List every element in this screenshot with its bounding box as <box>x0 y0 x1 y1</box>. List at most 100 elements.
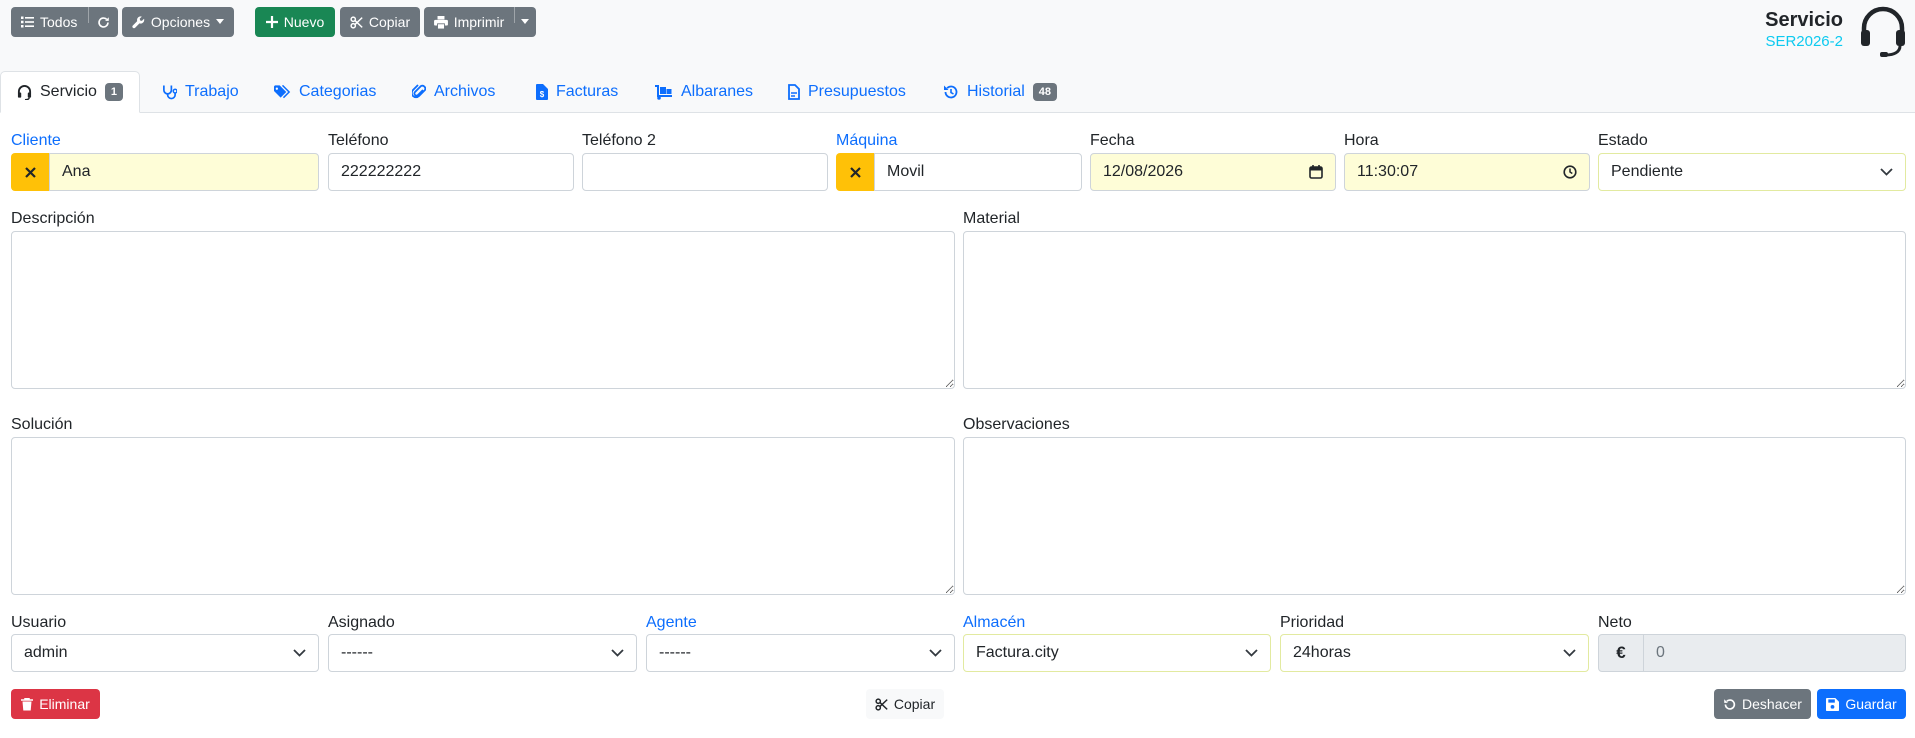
descripcion-label: Descripción <box>11 210 95 227</box>
file-icon <box>788 84 800 100</box>
cliente-input[interactable]: Ana <box>49 153 319 191</box>
scissors-icon <box>875 697 888 711</box>
clock-icon[interactable] <box>1563 165 1577 179</box>
copy-button[interactable]: Copiar <box>340 7 420 37</box>
copy-button-label: Copiar <box>368 14 411 30</box>
tab-facturas[interactable]: $ Facturas <box>536 71 618 113</box>
print-button[interactable]: Imprimir <box>424 7 514 37</box>
headset-icon <box>1861 6 1905 57</box>
cliente-value: Ana <box>62 163 91 180</box>
tab-label: Facturas <box>556 83 619 100</box>
scissors-icon <box>350 15 363 29</box>
observaciones-label: Observaciones <box>963 416 1070 433</box>
fecha-label: Fecha <box>1090 132 1135 149</box>
material-label: Material <box>963 210 1020 227</box>
history-icon <box>944 85 958 99</box>
calendar-icon[interactable] <box>1309 165 1323 179</box>
record-title-block: Servicio SER2026-2 <box>1765 8 1843 52</box>
tags-icon <box>274 85 291 99</box>
tab-albaranes[interactable]: Albaranes <box>654 71 753 113</box>
clear-cliente-button[interactable] <box>11 153 50 191</box>
prioridad-select[interactable]: 24horas <box>1280 634 1589 672</box>
page-title: Servicio <box>1765 9 1843 31</box>
delete-button[interactable]: Eliminar <box>11 689 100 719</box>
all-button[interactable]: Todos <box>11 7 96 37</box>
tab-label: Trabajo <box>185 83 239 100</box>
toolbar-divider <box>88 7 89 23</box>
telefono-input[interactable]: 222222222 <box>328 153 574 191</box>
headset-icon <box>17 84 32 100</box>
telefono2-input[interactable] <box>582 153 828 191</box>
dolly-icon <box>655 84 672 100</box>
almacen-label[interactable]: Almacén <box>963 613 1025 633</box>
save-button[interactable]: Guardar <box>1817 689 1906 719</box>
chevron-down-icon <box>1245 649 1258 657</box>
footer-copy-button[interactable]: Copiar <box>866 689 944 719</box>
tab-presupuestos[interactable]: Presupuestos <box>788 71 906 113</box>
cliente-label[interactable]: Cliente <box>11 131 61 151</box>
observaciones-textarea[interactable] <box>963 437 1906 595</box>
material-textarea[interactable] <box>963 231 1906 389</box>
hora-input[interactable]: 11:30:07 <box>1344 153 1590 191</box>
close-icon <box>850 166 861 178</box>
tab-archivos[interactable]: Archivos <box>412 71 495 113</box>
almacen-select[interactable]: Factura.city <box>963 634 1271 672</box>
fecha-input[interactable]: 12/08/2026 <box>1090 153 1336 191</box>
all-button-label: Todos <box>40 14 78 30</box>
close-icon <box>25 166 36 178</box>
usuario-select[interactable]: admin <box>11 634 319 672</box>
print-button-label: Imprimir <box>453 14 505 30</box>
prioridad-value: 24horas <box>1293 644 1351 661</box>
prioridad-label: Prioridad <box>1280 614 1345 631</box>
record-code: SER2026-2 <box>1765 33 1843 50</box>
wrench-icon <box>132 15 145 28</box>
maquina-input[interactable]: Movil <box>874 153 1082 191</box>
maquina-label[interactable]: Máquina <box>836 131 897 151</box>
fecha-value: 12/08/2026 <box>1103 163 1184 180</box>
solucion-textarea[interactable] <box>11 437 955 595</box>
usuario-value: admin <box>24 644 68 661</box>
agente-label[interactable]: Agente <box>646 613 697 633</box>
refresh-button[interactable] <box>88 7 118 37</box>
tab-label: Historial <box>967 83 1025 100</box>
tab-historial[interactable]: Historial 48 <box>943 71 1058 113</box>
tab-label: Categorias <box>299 83 377 100</box>
tab-trabajo[interactable]: Trabajo <box>162 71 239 113</box>
plus-icon <box>265 16 278 28</box>
telefono-value: 222222222 <box>341 163 422 180</box>
paperclip-icon <box>412 84 426 99</box>
clear-maquina-button[interactable] <box>836 153 875 191</box>
list-icon <box>21 16 34 28</box>
asignado-value: ------ <box>341 644 373 661</box>
toolbar-divider <box>514 7 515 23</box>
new-button-label: Nuevo <box>283 14 325 30</box>
tab-categorias[interactable]: Categorias <box>274 71 376 113</box>
tab-label: Archivos <box>434 83 496 100</box>
asignado-label: Asignado <box>328 614 395 631</box>
telefono-label: Teléfono <box>328 132 389 149</box>
refresh-icon <box>97 16 109 28</box>
options-dropdown[interactable]: Opciones <box>122 7 234 37</box>
new-button[interactable]: Nuevo <box>255 7 335 37</box>
floppy-disk-icon <box>1826 697 1840 711</box>
tab-servicio[interactable]: Servicio 1 <box>0 71 141 113</box>
asignado-select[interactable]: ------ <box>328 634 637 672</box>
descripcion-textarea[interactable] <box>11 231 955 389</box>
invoice-dollar-icon: $ <box>536 84 548 100</box>
delete-button-label: Eliminar <box>39 696 90 712</box>
undo-button[interactable]: Deshacer <box>1714 689 1811 719</box>
print-options-dropdown[interactable] <box>514 7 536 37</box>
estado-select[interactable]: Pendiente <box>1598 153 1906 191</box>
maquina-value: Movil <box>887 163 925 180</box>
neto-label: Neto <box>1598 614 1632 631</box>
trash-icon <box>21 697 34 710</box>
agente-select[interactable]: ------ <box>646 634 955 672</box>
usuario-label: Usuario <box>11 614 67 631</box>
tab-label: Servicio <box>40 83 97 100</box>
neto-value: 0 <box>1656 644 1665 661</box>
telefono2-label: Teléfono 2 <box>582 132 656 149</box>
footer-copy-button-label: Copiar <box>893 696 936 712</box>
solucion-label: Solución <box>11 416 73 433</box>
tab-label: Presupuestos <box>808 83 906 100</box>
euro-addon: € <box>1598 634 1644 672</box>
